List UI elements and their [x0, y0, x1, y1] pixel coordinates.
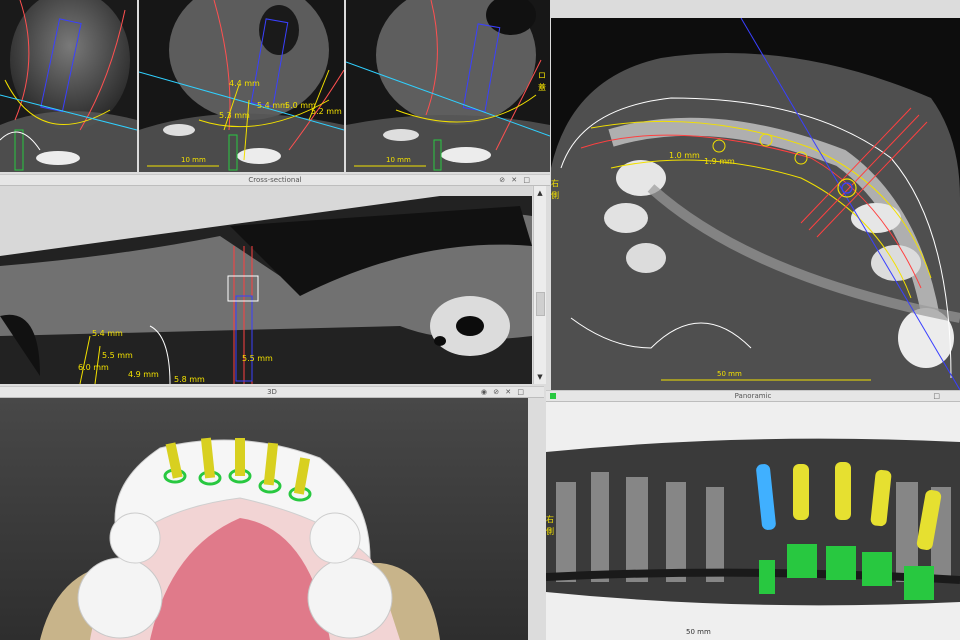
measure-label: 5.3 mm — [219, 111, 250, 120]
scroll-up-icon[interactable]: ▲ — [535, 188, 545, 198]
scale-label: 10 mm — [181, 156, 206, 164]
cross-section-view-1[interactable] — [0, 0, 137, 172]
3d-model-view[interactable] — [0, 398, 528, 640]
green-marker-icon — [550, 393, 556, 399]
measure-label: 5.5 mm — [102, 351, 133, 360]
cross-section-toolbar: Cross-sectional ⊘ ✕ □ — [0, 174, 550, 186]
scroll-down-icon[interactable]: ▼ — [535, 372, 545, 382]
panoramic-toolbar: Panoramic □ — [546, 390, 960, 402]
side-mark: 蓋 — [538, 82, 546, 92]
cross-section-view-3[interactable]: ロ 蓋 10 mm — [346, 0, 550, 172]
tangential-image: 5.4 mm 5.5 mm 6.0 mm 4.9 mm 5.8 mm 5.5 m… — [0, 186, 532, 384]
3d-toolbar: 3D ◉ ⊘ ✕ □ — [0, 386, 544, 398]
cross-section-image-3: ロ 蓋 10 mm — [346, 0, 550, 172]
side-mark: 側 — [551, 190, 559, 200]
3d-title: 3D — [267, 388, 277, 396]
tangential-view[interactable]: 5.4 mm 5.5 mm 6.0 mm 4.9 mm 5.8 mm 5.5 m… — [0, 186, 532, 384]
side-mark: 右 — [546, 514, 554, 524]
side-mark: 右 — [551, 178, 559, 188]
panoramic-title: Panoramic — [734, 392, 772, 400]
side-mark: 側 — [546, 526, 554, 536]
panoramic-image: 右 側 50 mm — [546, 402, 960, 640]
side-mark: ロ — [538, 71, 546, 80]
cross-section-view-2[interactable]: 4.4 mm 5.4 mm 5.0 mm 5.3 mm 5.2 mm 10 mm — [139, 0, 344, 172]
tangential-scrollbar[interactable]: ▲ ▼ — [533, 186, 546, 384]
3d-model-image — [0, 398, 528, 640]
view-controls[interactable]: ◉ ⊘ ✕ □ — [481, 387, 526, 397]
cross-section-title: Cross-sectional — [248, 176, 302, 184]
panoramic-view[interactable]: 右 側 50 mm — [546, 402, 960, 640]
cross-section-image-2: 4.4 mm 5.4 mm 5.0 mm 5.3 mm 5.2 mm 10 mm — [139, 0, 344, 172]
axial-view[interactable]: 1.0 mm 1.9 mm 右 側 50 mm — [551, 18, 960, 390]
measure-label: 5.5 mm — [242, 354, 273, 363]
measure-label: 5.2 mm — [311, 107, 342, 116]
axial-image: 1.0 mm 1.9 mm 右 側 50 mm — [551, 18, 960, 390]
measure-label: 6.0 mm — [78, 363, 109, 372]
measure-label: 1.9 mm — [704, 157, 735, 166]
view-controls[interactable]: ⊘ ✕ □ — [499, 175, 532, 185]
measure-label: 4.4 mm — [229, 79, 260, 88]
measure-label: 5.8 mm — [174, 375, 205, 384]
scale-label: 50 mm — [717, 370, 742, 378]
measure-label: 5.4 mm — [92, 329, 123, 338]
measure-label: 1.0 mm — [669, 151, 700, 160]
scroll-thumb[interactable] — [536, 292, 545, 316]
scale-label: 10 mm — [386, 156, 411, 164]
view-controls[interactable]: □ — [933, 391, 942, 401]
cross-section-image-1 — [0, 0, 137, 172]
measure-label: 5.4 mm — [257, 101, 288, 110]
scale-label: 50 mm — [686, 628, 711, 636]
measure-label: 4.9 mm — [128, 370, 159, 379]
